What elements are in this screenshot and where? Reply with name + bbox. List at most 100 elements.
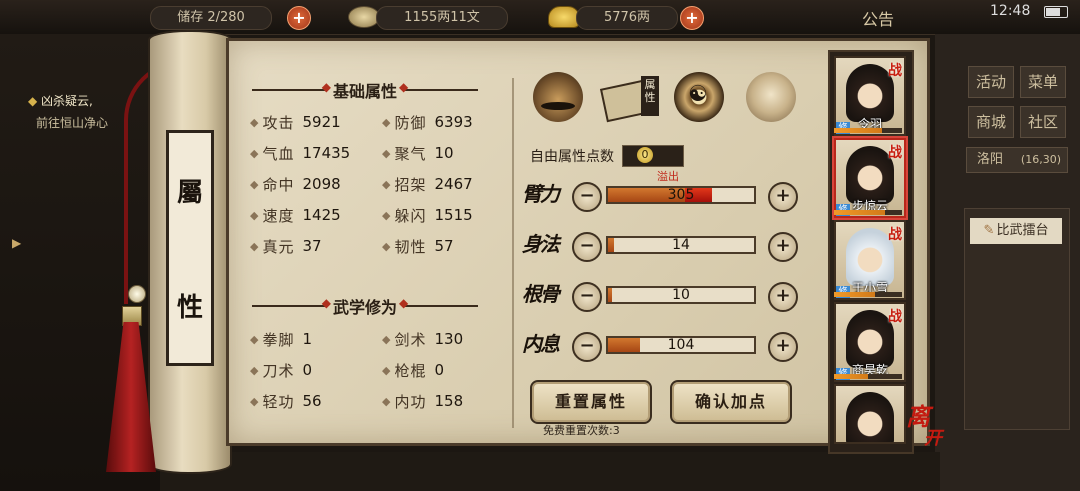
free-reset-count: 免费重置次数:3 xyxy=(543,424,620,437)
martial-cultivation-title: 武学修为 xyxy=(252,294,479,318)
stat-label: 剑术 xyxy=(394,330,427,349)
stat-1: ◆ 剑术 130 xyxy=(382,328,463,350)
character-card[interactable]: 战步惊云修 xyxy=(834,138,906,218)
stat-3: ◆ 枪棍 0 xyxy=(382,359,444,381)
diamond-bullet-icon: ◆ xyxy=(382,115,391,129)
stat-7: ◆ 躲闪 1515 xyxy=(382,204,473,226)
add-storage-button[interactable]: + xyxy=(287,6,311,30)
attribute-tab-badge: 属性 xyxy=(641,76,659,116)
battery-icon xyxy=(1044,6,1068,18)
decrease-attribute-button[interactable]: − xyxy=(572,332,602,362)
stat-1: ◆ 防御 6393 xyxy=(382,111,473,133)
martial-cultivation-title-text: 武学修为 xyxy=(333,298,398,317)
character-progress-bar xyxy=(834,128,902,133)
stat-label: 拳脚 xyxy=(262,330,295,349)
stat-value: 37 xyxy=(302,237,322,255)
stat-value: 5921 xyxy=(302,113,341,131)
clock: 12:48 xyxy=(990,3,1031,19)
title-ornament-right xyxy=(399,296,479,310)
basic-attributes-title-text: 基础属性 xyxy=(333,82,398,101)
battle-tag: 战 xyxy=(888,145,902,161)
bagua-tab-icon[interactable] xyxy=(674,72,724,122)
location-display[interactable]: 洛阳 (16,30) xyxy=(966,147,1068,173)
character-card[interactable]: 战于小雪修 xyxy=(834,220,906,300)
stat-value: 17435 xyxy=(302,144,351,162)
stat-value: 1425 xyxy=(302,206,341,224)
stat-value: 57 xyxy=(434,237,454,255)
diamond-bullet-icon: ◆ xyxy=(250,146,259,160)
arena-button[interactable]: ✎ 比武擂台 xyxy=(970,218,1062,244)
diamond-bullet-icon: ◆ xyxy=(382,239,391,253)
location-name: 洛阳 xyxy=(977,152,1004,167)
character-card[interactable]: 战商昊乾修 xyxy=(834,302,906,382)
activity-button[interactable]: 活动 xyxy=(968,66,1014,98)
stat-0: ◆ 拳脚 1 xyxy=(250,328,312,350)
attribute-name: 内息 xyxy=(522,332,560,356)
meridian-tab-body-icon[interactable] xyxy=(746,72,796,122)
character-portrait xyxy=(846,392,894,442)
add-gold-button[interactable]: + xyxy=(680,6,704,30)
stat-2: ◆ 刀术 0 xyxy=(250,359,312,381)
stat-9: ◆ 韧性 57 xyxy=(382,235,454,257)
decrease-attribute-button[interactable]: − xyxy=(572,232,602,262)
stat-value: 10 xyxy=(434,144,454,162)
diamond-bullet-icon: ◆ xyxy=(250,177,259,191)
decrease-attribute-button[interactable]: − xyxy=(572,182,602,212)
diamond-bullet-icon: ◆ xyxy=(382,177,391,191)
notice-button[interactable]: 公告 xyxy=(862,6,894,30)
increase-attribute-button[interactable]: + xyxy=(768,332,798,362)
decrease-attribute-button[interactable]: − xyxy=(572,282,602,312)
confirm-points-button[interactable]: 确认加点 xyxy=(670,380,792,424)
character-progress-fill xyxy=(834,210,885,215)
diamond-bullet-icon: ◆ xyxy=(250,239,259,253)
attribute-bar: 104 xyxy=(606,336,756,354)
attribute-value: 10 xyxy=(672,287,690,303)
free-points-value: 0 xyxy=(637,147,653,163)
free-points-label: 自由属性点数 xyxy=(530,149,614,165)
battle-tag: 战 xyxy=(888,309,902,325)
diamond-bullet-icon: ◆ xyxy=(382,332,391,346)
stat-label: 聚气 xyxy=(394,144,427,163)
stat-value: 2467 xyxy=(434,175,473,193)
shop-button[interactable]: 商城 xyxy=(968,106,1014,138)
stat-2: ◆ 气血 17435 xyxy=(250,142,350,164)
storage-label: 储存 xyxy=(177,10,204,25)
stat-label: 枪棍 xyxy=(394,361,427,380)
stat-value: 1515 xyxy=(434,206,473,224)
stat-label: 轻功 xyxy=(262,392,295,411)
stat-label: 速度 xyxy=(262,206,295,225)
bottom-menu-strip xyxy=(160,452,940,491)
stat-value: 56 xyxy=(302,392,322,410)
attribute-bar: 14 xyxy=(606,236,756,254)
storage-capacity: 储存 2/280 xyxy=(150,6,272,30)
character-progress-bar xyxy=(834,374,902,379)
reset-attributes-button[interactable]: 重置属性 xyxy=(530,380,652,424)
increase-attribute-button[interactable]: + xyxy=(768,232,798,262)
character-portrait xyxy=(846,310,894,368)
diamond-bullet-icon: ◆ xyxy=(382,394,391,408)
attribute-tab-scroll-icon[interactable]: 属性 xyxy=(599,72,667,123)
increase-attribute-button[interactable]: + xyxy=(768,182,798,212)
diamond-bullet-icon: ◆ xyxy=(250,363,259,377)
stat-value: 130 xyxy=(434,330,464,348)
increase-attribute-button[interactable]: + xyxy=(768,282,798,312)
battle-tag: 战 xyxy=(888,227,902,243)
equipment-tab-hat-icon[interactable] xyxy=(533,72,583,122)
menu-button[interactable]: 菜单 xyxy=(1020,66,1066,98)
diamond-bullet-icon: ◆ xyxy=(382,146,391,160)
stat-4: ◆ 命中 2098 xyxy=(250,173,341,195)
character-card[interactable] xyxy=(834,384,906,444)
character-card[interactable]: 战令羽修 xyxy=(834,56,906,136)
attribute-value: 305 xyxy=(667,187,695,203)
location-coords: (16,30) xyxy=(1020,153,1061,166)
free-points-box: 0 xyxy=(622,145,684,167)
attribute-bar: 10 xyxy=(606,286,756,304)
stat-label: 韧性 xyxy=(394,237,427,256)
community-button[interactable]: 社区 xyxy=(1020,106,1066,138)
leave-button[interactable]: 离 开 xyxy=(906,405,954,456)
stat-label: 命中 xyxy=(262,175,295,194)
expand-arrow-icon[interactable]: ▶ xyxy=(12,236,28,252)
stat-label: 躲闪 xyxy=(394,206,427,225)
stat-5: ◆ 内功 158 xyxy=(382,390,463,412)
battle-tag: 战 xyxy=(888,63,902,79)
